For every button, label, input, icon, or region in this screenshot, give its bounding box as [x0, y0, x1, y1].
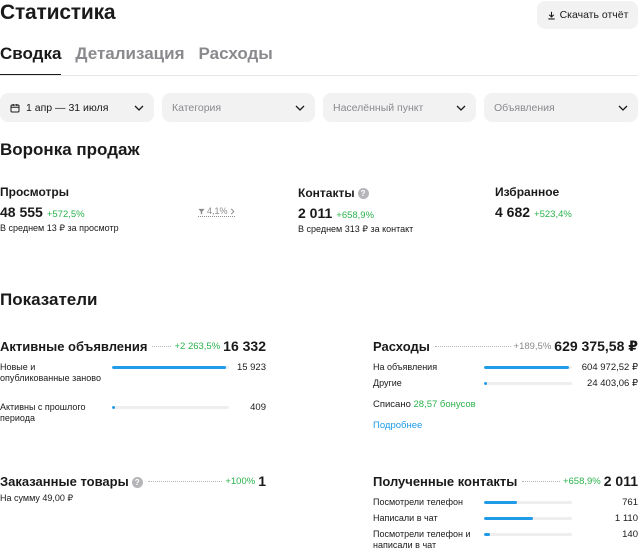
tab-summary[interactable]: Сводка: [0, 44, 62, 76]
other-expenses-bar-fill: [484, 382, 488, 385]
dotted-leader: [434, 346, 511, 347]
download-report-label: Скачать отчёт: [559, 9, 629, 21]
ads-select[interactable]: Объявления: [484, 93, 638, 122]
ordered-title: Заказанные товары?: [0, 473, 145, 489]
other-expenses-bar: [484, 382, 572, 385]
ordered-value: 1: [258, 473, 266, 489]
favorites-label: Избранное: [495, 185, 560, 199]
expenses-header: Расходы +189,5% 629 375,58 ₽: [373, 338, 638, 355]
other-expenses-value: 24 403,06 ₽: [587, 378, 638, 389]
contacts-value: 2 011: [298, 205, 333, 221]
ads-placeholder: Объявления: [494, 101, 555, 114]
phone-and-chat-bar-fill: [484, 533, 491, 536]
funnel-title: Воронка продаж: [0, 140, 140, 159]
prev-ads-bar: [112, 406, 229, 409]
ads-expenses-label: На объявления: [373, 362, 438, 372]
info-icon[interactable]: ?: [357, 188, 369, 199]
conversion-link[interactable]: 4,1%: [198, 206, 235, 217]
chat-bar: [484, 517, 572, 520]
phone-views-label: Посмотрели телефон: [373, 497, 463, 507]
phone-views-bar: [484, 501, 572, 504]
category-select[interactable]: Категория: [162, 93, 315, 122]
expenses-value: 629 375,58 ₽: [554, 338, 638, 354]
ads-expenses-bar-fill: [484, 366, 569, 369]
prev-ads-bar-fill: [112, 406, 115, 409]
new-ads-bar: [112, 366, 229, 369]
received-contacts-delta: +658,9%: [562, 475, 601, 487]
tabs-divider: [0, 75, 638, 76]
chat-value: 1 110: [614, 513, 638, 524]
views-note: В среднем 13 ₽ за просмотр: [0, 223, 119, 233]
filter-icon: [198, 208, 205, 214]
info-icon[interactable]: ?: [131, 476, 143, 488]
contacts-delta: +658,9%: [336, 210, 375, 221]
category-placeholder: Категория: [172, 101, 222, 114]
active-ads-value: 16 332: [223, 338, 266, 354]
chevron-right-icon: [230, 208, 235, 214]
tab-details[interactable]: Детализация: [75, 44, 184, 76]
active-ads-title: Активные объявления: [0, 338, 150, 354]
period-value: 1 апр — 31 июля: [26, 101, 109, 114]
bonus-amount: 28,57 бонусов: [413, 399, 476, 410]
chevron-down-icon: [456, 105, 466, 111]
ordered-delta: +100%: [225, 475, 256, 487]
period-select[interactable]: 1 апр — 31 июля: [0, 93, 154, 122]
download-report-button[interactable]: Скачать отчёт: [537, 1, 638, 29]
chevron-down-icon: [295, 105, 305, 111]
dotted-leader: [522, 480, 560, 482]
phone-and-chat-value: 140: [622, 529, 638, 540]
favorites-value: 4 682: [495, 204, 531, 220]
phone-views-value: 761: [622, 497, 638, 508]
more-link[interactable]: Подробнее: [373, 420, 422, 431]
ads-expenses-bar: [484, 366, 572, 369]
download-icon: [547, 11, 555, 19]
dotted-leader: [152, 345, 172, 347]
chevron-down-icon: [618, 105, 628, 111]
page-title: Статистика: [0, 1, 116, 24]
contacts-label-text: Контакты: [298, 186, 355, 200]
contacts-note: В среднем 313 ₽ за контакт: [298, 224, 414, 234]
other-expenses-label: Другие: [373, 378, 402, 388]
favorites-stat: 4 682 +523,4%: [495, 204, 572, 220]
conversion-value: 4,1%: [207, 206, 228, 216]
prev-ads-value: 409: [250, 402, 266, 413]
prev-ads-label: Активны с прошлого периода: [0, 402, 86, 423]
active-ads-delta: +2 263,5%: [174, 340, 221, 352]
chevron-down-icon: [134, 105, 144, 111]
tab-expenses[interactable]: Расходы: [199, 44, 273, 76]
chat-label: Написали в чат: [373, 513, 438, 523]
city-select[interactable]: Населённый пункт: [323, 93, 476, 122]
views-value: 48 555: [0, 204, 43, 220]
views-stat: 48 555 +572,5%: [0, 204, 85, 220]
phone-and-chat-bar: [484, 533, 572, 536]
views-label: Просмотры: [0, 185, 70, 199]
ads-expenses-value: 604 972,52 ₽: [581, 362, 638, 373]
bonus-prefix: Списано: [373, 399, 411, 410]
phone-and-chat-label: Посмотрели телефон и написали в чат: [373, 529, 471, 550]
new-ads-label: Новые и опубликованные заново: [0, 362, 101, 383]
received-contacts-value: 2 011: [603, 473, 638, 489]
contacts-label: Контакты?: [298, 186, 369, 200]
city-placeholder: Населённый пункт: [333, 101, 424, 114]
calendar-icon: [10, 103, 20, 112]
views-delta: +572,5%: [46, 209, 85, 220]
ordered-header: Заказанные товары? +100% 1: [0, 473, 266, 489]
active-ads-header: Активные объявления +2 263,5% 16 332: [0, 338, 266, 354]
bonus-line: Списано 28,57 бонусов: [373, 399, 476, 410]
expenses-delta: +189,5%: [513, 341, 552, 352]
phone-views-bar-fill: [484, 501, 518, 504]
dotted-leader: [147, 480, 223, 482]
chat-bar-fill: [484, 517, 533, 520]
received-contacts-header: Полученные контакты +658,9% 2 011: [373, 473, 638, 489]
contacts-stat: 2 011 +658,9%: [298, 205, 374, 221]
ordered-title-text: Заказанные товары: [0, 473, 129, 489]
received-contacts-title: Полученные контакты: [373, 473, 520, 489]
ordered-note: На сумму 49,00 ₽: [0, 493, 74, 503]
new-ads-bar-fill: [112, 366, 227, 369]
new-ads-value: 15 923: [236, 362, 266, 373]
favorites-delta: +523,4%: [534, 209, 572, 220]
indicators-title: Показатели: [0, 290, 98, 309]
tabs: Сводка Детализация Расходы: [0, 44, 273, 76]
expenses-title: Расходы: [373, 339, 432, 354]
